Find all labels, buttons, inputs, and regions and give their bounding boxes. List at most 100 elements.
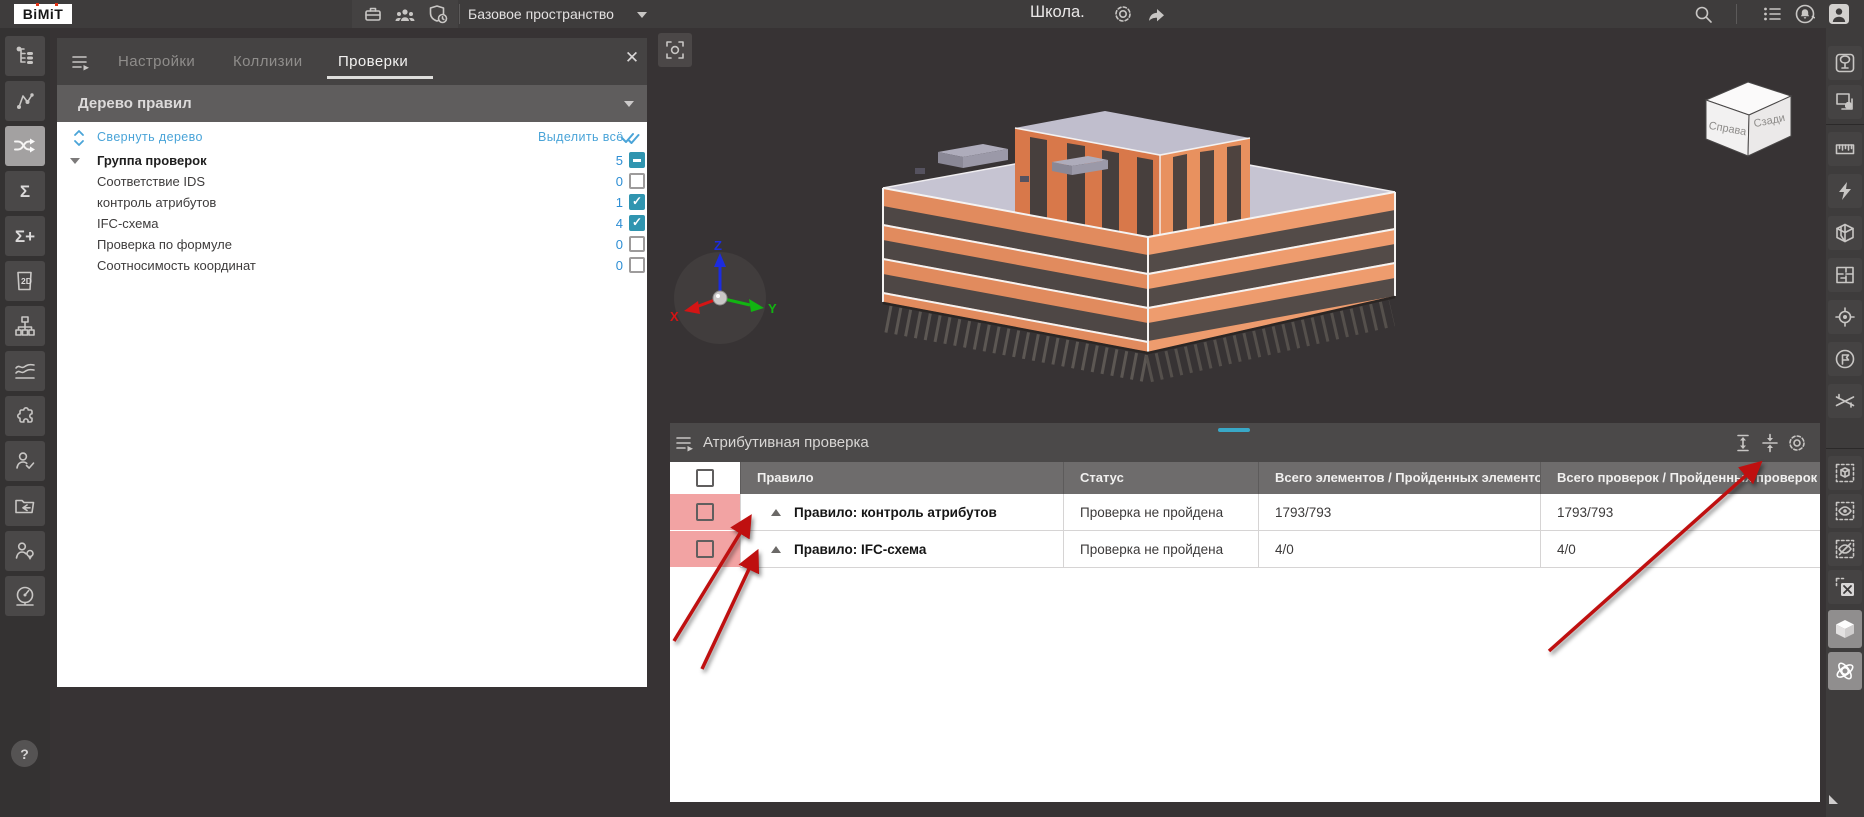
tree-item-group[interactable]: Группа проверок 5	[57, 150, 647, 171]
user-location-icon[interactable]	[5, 531, 45, 571]
clash-flash-icon[interactable]	[1828, 174, 1862, 208]
flag-icon[interactable]	[1828, 342, 1862, 376]
logo-dot	[55, 3, 58, 6]
resize-handle[interactable]	[1829, 795, 1838, 804]
sum-plus-icon[interactable]: Σ+	[5, 216, 45, 256]
docs-2d-icon[interactable]: 2D	[5, 261, 45, 301]
col-rule[interactable]: Правило	[740, 462, 1063, 494]
rule-name: Правило: IFC-схема	[794, 541, 927, 557]
account-icon[interactable]	[1827, 3, 1849, 25]
pick-elements-icon[interactable]	[5, 81, 45, 121]
collapse-row-icon[interactable]	[771, 545, 781, 553]
notifications-icon[interactable]	[1793, 3, 1815, 25]
row-checkbox[interactable]	[696, 503, 714, 521]
structure-icon[interactable]	[5, 306, 45, 346]
tab-collisions[interactable]: Коллизии	[233, 53, 302, 70]
count-badge: 4	[615, 216, 623, 231]
collisions-icon[interactable]	[5, 126, 45, 166]
tree-checkbox[interactable]	[629, 152, 645, 168]
col-elements[interactable]: Всего элементов / Пройденных элементов	[1258, 462, 1540, 494]
folder-share-icon[interactable]	[5, 486, 45, 526]
caret-down-icon[interactable]	[636, 11, 648, 19]
panel-menu-icon[interactable]	[674, 433, 696, 453]
hide-box-icon[interactable]	[1828, 532, 1862, 566]
model-tree-icon[interactable]	[5, 36, 45, 76]
settings-gear-icon[interactable]	[1112, 3, 1134, 25]
app-logo[interactable]: BiMiT	[14, 4, 72, 24]
active-tab-underline	[327, 76, 433, 79]
table-row[interactable]: Правило: IFC-схема Проверка не пройдена …	[670, 531, 1820, 568]
tree-checkbox[interactable]	[629, 215, 645, 231]
model-view-icon[interactable]	[1828, 610, 1862, 648]
navigation-cube[interactable]: Справа Сзади	[1704, 81, 1793, 157]
tree-item-ifc-schema[interactable]: IFC-схема 4	[57, 213, 647, 234]
workspace-select[interactable]: Базовое пространство	[468, 0, 614, 28]
panel-tabs-bar: Настройки Коллизии Проверки ✕	[57, 38, 647, 85]
rule-status: Проверка не пройдена	[1063, 531, 1258, 568]
tab-settings[interactable]: Настройки	[118, 53, 195, 70]
section-box-icon[interactable]	[1828, 216, 1862, 250]
environment-icon[interactable]	[1828, 46, 1862, 80]
tree-checkbox[interactable]	[629, 257, 645, 273]
tree-item-ids[interactable]: Соответствие IDS 0	[57, 171, 647, 192]
left-toolbar: Σ Σ+ 2D ?	[0, 28, 50, 817]
row-checkbox-cell	[670, 494, 740, 531]
search-icon[interactable]	[1692, 3, 1714, 25]
table-row[interactable]: Правило: контроль атрибутов Проверка не …	[670, 494, 1820, 531]
svg-text:2D: 2D	[21, 276, 32, 286]
locate-icon[interactable]	[1828, 300, 1862, 334]
expand-rows-icon[interactable]	[1731, 431, 1755, 455]
charts-icon[interactable]	[5, 351, 45, 391]
divider	[1826, 124, 1864, 125]
double-check-icon[interactable]	[620, 131, 644, 145]
list-icon[interactable]	[1761, 3, 1783, 25]
tree-item-attributes[interactable]: контроль атрибутов 1	[57, 192, 647, 213]
select-all-checkbox[interactable]	[696, 469, 714, 487]
tree-item-formula[interactable]: Проверка по формуле 0	[57, 234, 647, 255]
tree-actions-row: Свернуть дерево Выделить всё	[57, 128, 647, 148]
col-status[interactable]: Статус	[1063, 462, 1258, 494]
chevron-down-icon[interactable]	[623, 100, 635, 108]
rules-tree-header[interactable]: Дерево правил	[57, 85, 647, 122]
panel-drag-handle[interactable]	[1218, 428, 1250, 432]
help-button[interactable]: ?	[11, 740, 38, 767]
measure-axes-icon[interactable]	[1828, 384, 1862, 418]
show-box-icon[interactable]	[1828, 494, 1862, 528]
collapse-rows-icon[interactable]	[1758, 431, 1782, 455]
tree-item-coordinates[interactable]: Соотносимость координат 0	[57, 255, 647, 276]
ruler-icon[interactable]	[1828, 132, 1862, 166]
header-checkbox-cell	[670, 462, 740, 494]
expand-collapse-icon[interactable]	[72, 129, 86, 147]
share-icon[interactable]	[1145, 3, 1167, 25]
tree-checkbox[interactable]	[629, 236, 645, 252]
rule-name: Правило: контроль атрибутов	[794, 504, 997, 520]
isolate-box-icon[interactable]	[1828, 456, 1862, 490]
attribute-check-panel: Атрибутивная проверка Правило Статус Все…	[670, 423, 1820, 802]
plugins-icon[interactable]	[5, 396, 45, 436]
orbit-icon[interactable]	[1828, 652, 1862, 690]
col-checks[interactable]: Всего проверок / Пройденных проверок	[1540, 462, 1820, 494]
tree-checkbox[interactable]	[629, 194, 645, 210]
expander-icon[interactable]	[70, 158, 80, 164]
tab-checks[interactable]: Проверки	[338, 53, 408, 70]
collapse-row-icon[interactable]	[771, 508, 781, 516]
rule-status: Проверка не пройдена	[1063, 494, 1258, 531]
tree-checkbox[interactable]	[629, 173, 645, 189]
team-icon[interactable]	[393, 3, 417, 25]
divider	[459, 4, 460, 24]
dashboard-icon[interactable]	[5, 576, 45, 616]
floorplan-icon[interactable]	[1828, 258, 1862, 292]
sum-icon[interactable]: Σ	[5, 171, 45, 211]
clear-selection-icon[interactable]	[1828, 570, 1862, 604]
axis-gizmo[interactable]: Z Y X	[670, 238, 777, 344]
briefcase-icon[interactable]	[362, 3, 384, 25]
close-icon[interactable]: ✕	[621, 47, 643, 69]
table-settings-gear-icon[interactable]	[1785, 431, 1809, 455]
row-checkbox[interactable]	[696, 540, 714, 558]
capture-region-icon[interactable]	[1828, 85, 1862, 119]
select-all-link[interactable]: Выделить всё	[538, 130, 624, 144]
collapse-tree-link[interactable]: Свернуть дерево	[97, 130, 203, 144]
shield-status-icon[interactable]	[427, 3, 449, 25]
panel-menu-icon[interactable]	[70, 52, 92, 72]
user-check-icon[interactable]	[5, 441, 45, 481]
